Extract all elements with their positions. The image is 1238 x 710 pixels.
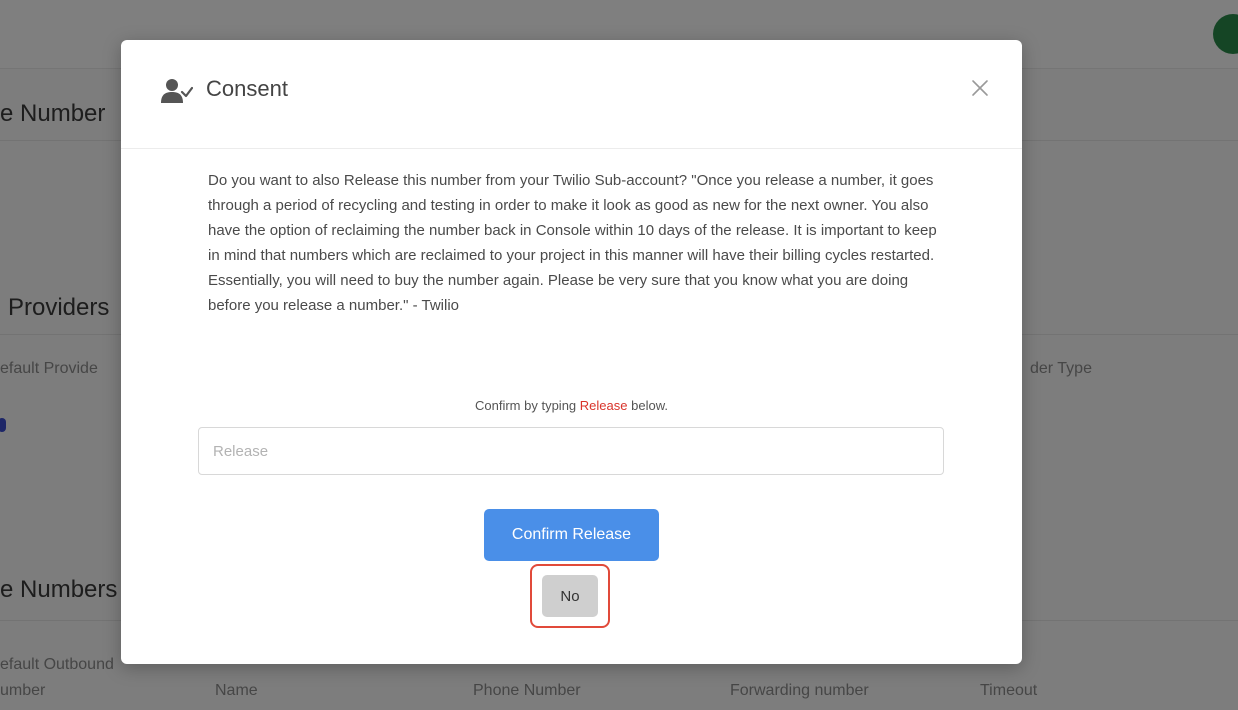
hint-keyword: Release bbox=[579, 398, 628, 413]
no-button-highlight: No bbox=[530, 564, 610, 628]
consent-modal: Consent Do you want to also Release this… bbox=[121, 40, 1022, 664]
close-icon[interactable] bbox=[969, 77, 991, 99]
modal-title: Consent bbox=[206, 76, 288, 101]
hint-suffix: below. bbox=[631, 398, 668, 413]
confirm-instruction: Confirm by typing Release below. bbox=[121, 398, 1022, 413]
release-confirmation-input[interactable] bbox=[198, 427, 944, 475]
confirm-release-button[interactable]: Confirm Release bbox=[484, 509, 659, 561]
no-button[interactable]: No bbox=[542, 575, 598, 617]
user-check-icon bbox=[161, 79, 193, 103]
consent-message: Do you want to also Release this number … bbox=[208, 172, 937, 314]
hint-prefix: Confirm by typing bbox=[475, 398, 577, 413]
modal-header: Consent bbox=[121, 40, 1022, 149]
